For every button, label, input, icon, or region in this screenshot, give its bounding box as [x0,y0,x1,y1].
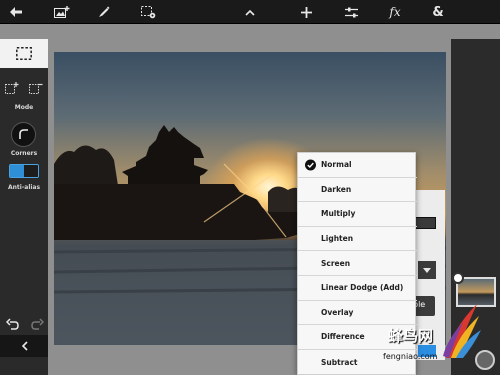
mode-label: Mode [14,104,34,111]
menu-item-label: Normal [321,160,352,170]
add-image-icon[interactable] [50,0,74,24]
menu-item-multiply[interactable]: Multiply [298,202,417,227]
menu-item-label: Screen [321,258,351,268]
menu-item-normal[interactable]: Normal [298,153,417,178]
collapse-panel-button[interactable] [0,335,48,357]
brush-icon[interactable] [92,0,116,24]
watermark-url: fengniao.com [383,352,438,361]
antialias-off-segment [24,165,38,177]
menu-item-label: Overlay [321,307,354,317]
redo-icon[interactable] [30,318,44,332]
layer-indicator [452,272,464,284]
blend-dropdown-button[interactable] [418,261,436,279]
chevron-up-icon[interactable] [238,0,262,24]
menu-item-darken[interactable]: Darken [298,178,417,203]
antialias-on-segment [10,165,24,177]
marquee-icon [16,47,32,60]
antialias-toggle[interactable] [9,164,39,178]
back-arrow-icon[interactable] [4,0,28,24]
ampersand-icon[interactable]: & [426,0,450,24]
menu-item-linear-dodge[interactable]: Linear Dodge (Add) [298,276,417,301]
undo-icon[interactable] [6,318,20,332]
menu-item-screen[interactable]: Screen [298,251,417,276]
fx-icon[interactable]: fx [383,0,407,24]
corners-button[interactable] [11,122,36,147]
corners-label: Corners [10,150,38,157]
selection-settings-icon[interactable] [136,0,160,24]
chevron-left-icon [21,341,28,351]
menu-item-label: Linear Dodge (Add) [321,283,404,293]
menu-item-label: Lighten [321,234,354,244]
menu-item-label: Subtract [321,357,358,367]
marquee-tool-button[interactable] [0,39,48,68]
feather-logo-icon [443,304,481,358]
menu-item-label: Multiply [321,209,356,219]
antialias-label: Anti-alias [7,184,41,191]
mode-subtract-icon[interactable] [29,82,43,96]
watermark-text: 蜂鸟网 [388,327,434,345]
plus-icon[interactable] [294,0,318,24]
fx-label: fx [389,5,401,19]
tool-options-panel: Mode Corners Anti-alias [0,39,48,375]
home-button[interactable] [475,350,495,370]
sliders-icon[interactable] [339,0,363,24]
rounded-corner-icon [19,129,28,139]
menu-item-lighten[interactable]: Lighten [298,227,417,252]
menu-item-label: Difference [321,332,365,342]
caret-down-icon [423,267,431,273]
ampersand-label: & [432,4,444,20]
mode-add-icon[interactable] [5,82,19,96]
menu-item-overlay[interactable]: Overlay [298,301,417,326]
menu-item-label: Darken [321,184,352,194]
checkmark-icon [305,159,316,171]
top-toolbar: fx & [0,0,500,24]
